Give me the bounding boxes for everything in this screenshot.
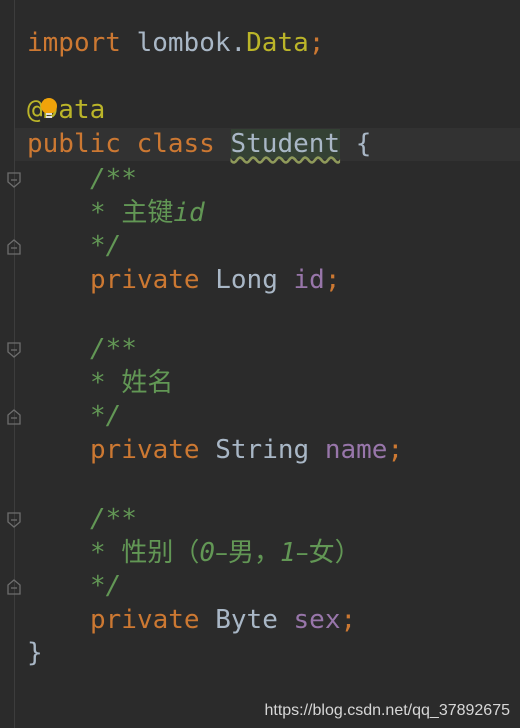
fold-close-icon[interactable]	[7, 579, 21, 595]
import-class: Data	[246, 28, 309, 58]
comment-star: *	[90, 368, 122, 398]
code-line-field-id[interactable]: private Long id;	[90, 263, 340, 297]
intention-bulb-icon[interactable]	[40, 98, 58, 120]
field-type: Long	[215, 265, 278, 295]
doc-comment-close: */	[90, 401, 122, 431]
doc-comment-open: /**	[90, 164, 137, 194]
code-line-annotation[interactable]: @Data	[27, 93, 105, 127]
fold-close-icon[interactable]	[7, 239, 21, 255]
comment-star: *	[90, 538, 122, 568]
comment-text: –女）	[295, 538, 361, 568]
doc-comment-open: /**	[90, 334, 137, 364]
field-modifier: private	[90, 265, 200, 295]
field-semicolon: ;	[340, 605, 357, 635]
field-name: sex	[293, 605, 341, 635]
field-modifier: private	[90, 605, 200, 635]
code-line-class[interactable]: public class Student {	[27, 127, 371, 161]
comment-digit: 1	[280, 538, 296, 568]
field-semicolon: ;	[324, 265, 341, 295]
fold-open-icon[interactable]	[7, 172, 21, 188]
doc-comment-body: * 性别（0–男，1–女）	[90, 536, 361, 570]
comment-text-latin: id	[173, 198, 205, 228]
comment-star: *	[90, 198, 122, 228]
fold-open-icon[interactable]	[7, 512, 21, 528]
doc-comment-open: /**	[90, 504, 137, 534]
doc-comment-body: * 姓名	[90, 366, 173, 400]
import-package: lombok.	[136, 28, 247, 58]
fold-close-icon[interactable]	[7, 409, 21, 425]
class-open-brace: {	[355, 129, 372, 159]
import-keyword: import	[27, 28, 121, 58]
code-line-close-brace[interactable]: }	[27, 636, 43, 670]
field-semicolon: ;	[387, 435, 404, 465]
data-annotation: @Data	[27, 95, 106, 125]
code-line-field-sex[interactable]: private Byte sex;	[90, 603, 356, 637]
code-line-field-name[interactable]: private String name;	[90, 433, 403, 467]
fold-open-icon[interactable]	[7, 342, 21, 358]
comment-text: 姓名	[121, 368, 174, 398]
code-line-import[interactable]: import lombok.Data;	[27, 26, 324, 60]
field-type: String	[215, 435, 310, 465]
gutter-separator	[14, 0, 15, 728]
watermark-url: https://blog.csdn.net/qq_37892675	[264, 702, 510, 719]
comment-digit: 0	[199, 538, 215, 568]
comment-text: 性别（	[121, 538, 200, 568]
import-semicolon: ;	[308, 28, 325, 58]
comment-text: –男，	[214, 538, 280, 568]
class-name[interactable]: Student	[230, 129, 341, 159]
doc-comment-close: */	[90, 571, 122, 601]
class-modifiers: public class	[27, 129, 215, 159]
field-name: id	[293, 265, 325, 295]
comment-text: 主键	[121, 198, 174, 228]
class-close-brace: }	[27, 638, 43, 668]
doc-comment-body: * 主键id	[90, 196, 205, 230]
field-modifier: private	[90, 435, 200, 465]
doc-comment-close: */	[90, 231, 122, 261]
field-name: name	[324, 435, 388, 465]
field-type: Byte	[215, 605, 278, 635]
